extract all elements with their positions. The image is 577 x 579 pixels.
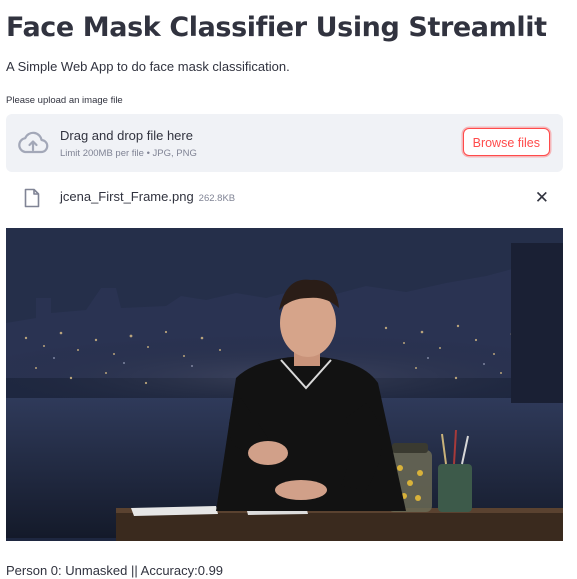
dropzone-limit-text: Limit 200MB per file • JPG, PNG — [60, 148, 197, 159]
classification-result: Person 0: Unmasked || Accuracy:0.99 — [6, 563, 224, 578]
file-uploader-label: Please upload an image file — [6, 95, 123, 106]
browse-files-button[interactable]: Browse files — [462, 128, 550, 156]
uploaded-photo — [6, 228, 563, 541]
page-title: Face Mask Classifier Using Streamlit — [6, 12, 547, 43]
page-subtitle: A Simple Web App to do face mask classif… — [6, 59, 290, 74]
file-name-text: jcena_First_Frame.png — [60, 189, 194, 204]
remove-file-icon[interactable]: ✕ — [535, 188, 549, 208]
dropzone-instructions: Drag and drop file here Limit 200MB per … — [60, 128, 197, 159]
cloud-upload-icon — [18, 131, 49, 154]
file-dropzone[interactable]: Drag and drop file here Limit 200MB per … — [6, 114, 563, 172]
uploaded-image — [6, 228, 563, 541]
uploaded-file-name: jcena_First_Frame.png 262.8KB — [60, 189, 235, 204]
uploaded-file-row: jcena_First_Frame.png 262.8KB ✕ — [6, 184, 563, 212]
dropzone-drag-text: Drag and drop file here — [60, 128, 193, 143]
file-size: 262.8KB — [198, 193, 236, 204]
file-icon — [24, 188, 40, 208]
